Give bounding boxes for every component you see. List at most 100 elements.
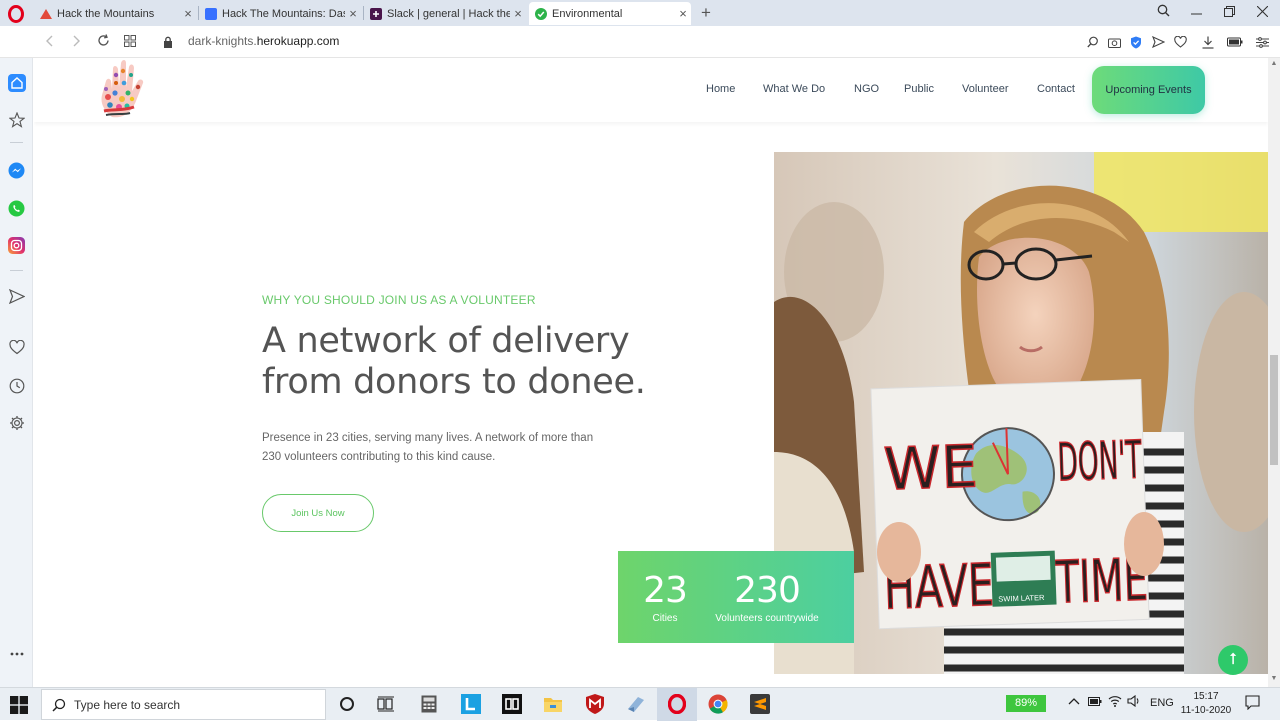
tab-close-icon[interactable]: × — [345, 6, 361, 21]
scroll-to-top-button[interactable]: ⭡ — [1218, 645, 1248, 675]
opera-browser-icon[interactable] — [666, 693, 688, 715]
battery-icon[interactable] — [1088, 697, 1102, 709]
nav-public[interactable]: Public — [904, 83, 934, 95]
notifications-icon[interactable] — [1245, 695, 1260, 713]
windows-start-icon[interactable] — [10, 696, 28, 714]
nav-ngo[interactable]: NGO — [854, 83, 879, 95]
input-language[interactable]: ENG — [1150, 697, 1174, 709]
snapshot-camera-icon[interactable] — [1106, 34, 1122, 50]
chrome-icon[interactable] — [707, 693, 729, 715]
tab-hack-the-mountains[interactable]: Hack the Mountains × — [34, 2, 196, 25]
sign-word-we: WE — [883, 432, 979, 503]
stat-cities: 23 Cities — [632, 570, 698, 625]
sign-word-dont: DON'T — [1057, 431, 1143, 494]
taskbar-search-input[interactable]: Type here to search — [41, 689, 326, 720]
speed-dial-icon[interactable] — [120, 32, 140, 52]
page-scrollbar[interactable]: ▲ ▼ — [1268, 58, 1280, 687]
mountain-icon — [40, 8, 52, 20]
system-clock[interactable]: 15:17 11-10-2020 — [1176, 690, 1236, 718]
tab-title: Hack The Mountains: Dash — [222, 7, 345, 20]
tab-close-icon[interactable]: × — [180, 6, 196, 21]
scroll-down-arrow-icon[interactable]: ▼ — [1270, 675, 1278, 682]
lock-icon[interactable] — [160, 34, 176, 50]
check-circle-icon — [535, 7, 547, 20]
clock-date: 11-10-2020 — [1180, 705, 1232, 716]
wifi-icon[interactable] — [1108, 695, 1122, 710]
vpn-shield-icon[interactable] — [1128, 34, 1144, 50]
tab-title: Hack the Mountains — [57, 7, 155, 20]
more-options-icon[interactable] — [7, 644, 26, 663]
tab-search-icon[interactable] — [1147, 2, 1179, 24]
calculator-icon[interactable] — [418, 693, 440, 715]
scroll-up-arrow-icon[interactable]: ▲ — [1270, 60, 1278, 67]
heart-icon[interactable] — [1172, 34, 1188, 50]
tab-close-icon[interactable]: × — [675, 6, 691, 21]
cortana-icon[interactable] — [336, 693, 358, 715]
nav-contact[interactable]: Contact — [1037, 83, 1075, 95]
whatsapp-icon[interactable] — [7, 199, 26, 218]
upcoming-events-button[interactable]: Upcoming Events — [1092, 66, 1205, 114]
tab-dashboard[interactable]: Hack The Mountains: Dash × — [199, 2, 361, 25]
stat-volunteers: 230 Volunteers countrywide — [704, 570, 830, 625]
web-page: Home What We Do NGO Public Volunteer Con… — [34, 58, 1268, 687]
tab-title: Slack | general | Hack the M — [387, 7, 510, 20]
messenger-icon[interactable] — [7, 161, 26, 180]
star-icon[interactable] — [7, 110, 26, 129]
app-blue-icon[interactable] — [625, 693, 647, 715]
join-us-button[interactable]: Join Us Now — [262, 494, 374, 532]
new-tab-button[interactable]: + — [697, 3, 715, 23]
app-dark-icon[interactable] — [501, 693, 523, 715]
show-hidden-icons-icon[interactable] — [1068, 696, 1080, 708]
stat-value: 230 — [734, 570, 801, 611]
sublime-text-icon[interactable] — [749, 693, 771, 715]
settings-gear-icon[interactable] — [7, 413, 26, 432]
hand-logo[interactable] — [94, 59, 154, 121]
instagram-icon[interactable] — [7, 236, 26, 255]
send-flow-icon[interactable] — [7, 287, 26, 306]
scrollbar-thumb[interactable] — [1270, 355, 1278, 465]
search-placeholder: Type here to search — [74, 697, 181, 712]
close-window-button[interactable] — [1246, 2, 1278, 24]
url-domain: herokuapp.com — [256, 34, 340, 48]
url-field[interactable]: dark-knights.herokuapp.com — [188, 34, 339, 48]
file-explorer-icon[interactable] — [542, 693, 564, 715]
opera-menu-icon[interactable] — [6, 4, 26, 24]
nav-what-we-do[interactable]: What We Do — [763, 83, 825, 95]
search-icon[interactable] — [1085, 34, 1101, 50]
battery-saver-icon[interactable] — [1227, 34, 1243, 50]
back-button[interactable] — [40, 32, 60, 52]
windows-taskbar: Type here to search 89% ENG 15:17 11-10-… — [0, 687, 1280, 721]
stat-label: Volunteers countrywide — [715, 613, 819, 624]
url-subdomain: dark-knights. — [188, 34, 257, 48]
reload-button[interactable] — [93, 32, 113, 52]
restore-button[interactable] — [1213, 2, 1245, 24]
tab-environmental[interactable]: Environmental × — [529, 2, 691, 25]
sidebar-divider — [10, 270, 23, 271]
home-icon[interactable] — [7, 73, 26, 92]
sign-sticker-text: SWIM LATER — [998, 593, 1045, 604]
nav-volunteer[interactable]: Volunteer — [962, 83, 1008, 95]
heart-icon[interactable] — [7, 338, 26, 357]
clock-time: 15:17 — [1193, 691, 1219, 702]
sidebar-divider — [10, 142, 23, 143]
minimize-button[interactable] — [1180, 2, 1212, 24]
devfolio-icon — [205, 7, 217, 20]
easy-setup-icon[interactable] — [1254, 34, 1270, 50]
stat-value: 23 — [643, 570, 688, 611]
search-icon — [52, 698, 66, 712]
mcafee-icon[interactable] — [584, 693, 606, 715]
address-bar: dark-knights.herokuapp.com — [0, 26, 1280, 58]
download-icon[interactable] — [1200, 34, 1216, 50]
forward-button[interactable] — [66, 32, 86, 52]
history-clock-icon[interactable] — [7, 376, 26, 395]
battery-indicator[interactable]: 89% — [1006, 695, 1046, 712]
opera-sidebar — [0, 58, 33, 687]
app-l-icon[interactable] — [460, 693, 482, 715]
section-headline: A network of delivery from donors to don… — [262, 321, 646, 402]
task-view-icon[interactable] — [375, 693, 397, 715]
volume-icon[interactable] — [1127, 694, 1141, 710]
tab-slack[interactable]: Slack | general | Hack the M × — [364, 2, 526, 25]
tab-close-icon[interactable]: × — [510, 6, 526, 21]
nav-home[interactable]: Home — [706, 83, 735, 95]
send-flow-icon[interactable] — [1150, 34, 1166, 50]
